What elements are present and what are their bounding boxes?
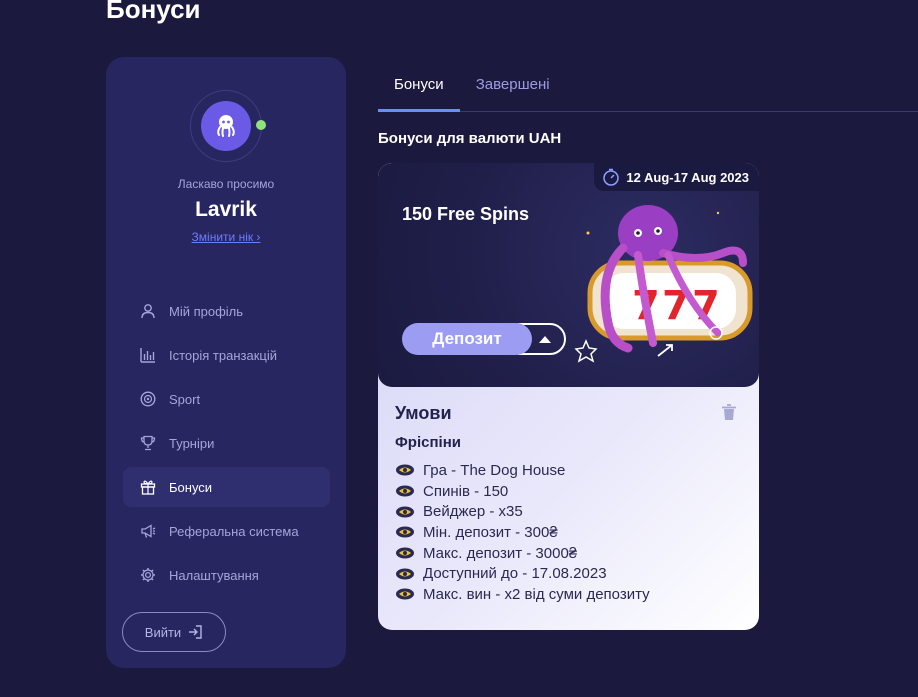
online-status-dot [256, 120, 266, 130]
list-item: Мін. депозит - 300₴ [395, 522, 745, 543]
change-nick-link[interactable]: Змінити нік › [106, 230, 346, 244]
sidebar-item-label: Історія транзакцій [169, 347, 277, 363]
deposit-control: Депозит [402, 323, 566, 355]
date-range: 12 Aug-17 Aug 2023 [626, 169, 749, 185]
conditions-title: Умови [395, 403, 452, 423]
list-item: Макс. депозит - 3000₴ [395, 543, 745, 564]
sidebar-item-label: Турніри [169, 435, 215, 451]
caret-up-icon [539, 335, 551, 343]
tabs: Бонуси Завершені [378, 62, 918, 112]
user-icon [139, 302, 157, 320]
bullet-icon [395, 484, 415, 498]
list-item: Гра - The Dog House [395, 460, 745, 481]
list-item: Вейджер - x35 [395, 501, 745, 522]
sidebar-item-label: Реферальна система [169, 523, 299, 539]
sidebar-item-profile[interactable]: Мій профіль [123, 291, 330, 331]
ball-icon [139, 390, 157, 408]
sidebar: Ласкаво просимо Lavrik Змінити нік › Мій… [106, 57, 346, 668]
sidebar-item-label: Мій профіль [169, 303, 244, 319]
conditions-list: Гра - The Dog House Спинів - 150 Вейджер… [395, 460, 745, 605]
bonus-hero: 12 Aug-17 Aug 2023 150 Free Spins 7 7 7 [378, 163, 759, 387]
logout-button[interactable]: Вийти [122, 612, 226, 652]
page-title: Бонуси [106, 0, 201, 24]
section-title: Бонуси для валюти UAH [378, 130, 562, 147]
list-item: Доступний до - 17.08.2023 [395, 563, 745, 584]
sidebar-item-label: Бонуси [169, 479, 213, 495]
bullet-icon [395, 567, 415, 581]
avatar-ring [190, 90, 262, 162]
bullet-icon [395, 505, 415, 519]
logout-label: Вийти [144, 624, 182, 640]
conditions: Умови Фріспіни Гра - The Dog House Спині… [395, 403, 745, 605]
conditions-subtitle: Фріспіни [395, 434, 461, 451]
sidebar-item-tournaments[interactable]: Турніри [123, 423, 330, 463]
bar-chart-icon [139, 346, 157, 364]
timer-icon [602, 168, 620, 186]
date-badge: 12 Aug-17 Aug 2023 [594, 163, 759, 191]
avatar[interactable] [201, 101, 251, 151]
bullet-icon [395, 525, 415, 539]
bullet-icon [395, 587, 415, 601]
bullet-icon [395, 546, 415, 560]
tab-completed[interactable]: Завершені [460, 62, 566, 112]
sidebar-nav: Мій профіль Історія транзакцій Sport Тур… [123, 291, 330, 599]
bonus-card: 12 Aug-17 Aug 2023 150 Free Spins 7 7 7 [378, 163, 759, 630]
gift-icon [139, 478, 157, 496]
username: Lavrik [195, 198, 257, 221]
deposit-button[interactable]: Депозит [402, 323, 532, 355]
sidebar-item-bonuses[interactable]: Бонуси [123, 467, 330, 507]
list-item: Макс. вин - x2 від суми депозиту [395, 584, 745, 605]
sidebar-item-transactions[interactable]: Історія транзакцій [123, 335, 330, 375]
gear-icon [139, 566, 157, 584]
tab-bonuses[interactable]: Бонуси [378, 62, 460, 112]
welcome-text: Ласкаво просимо [177, 177, 275, 191]
sidebar-item-settings[interactable]: Налаштування [123, 555, 330, 595]
sidebar-item-label: Sport [169, 391, 201, 407]
bonus-name: 150 Free Spins [402, 204, 530, 224]
logout-icon [187, 624, 203, 640]
octopus-icon [217, 115, 235, 137]
list-item: Спинів - 150 [395, 481, 745, 502]
sidebar-item-label: Налаштування [169, 567, 259, 583]
bullet-icon [395, 463, 415, 477]
megaphone-icon [139, 522, 157, 540]
octopus-slot-illustration: 7 7 7 [574, 205, 753, 363]
sidebar-item-sport[interactable]: Sport [123, 379, 330, 419]
sidebar-item-referral[interactable]: Реферальна система [123, 511, 330, 551]
trophy-icon [139, 434, 157, 452]
